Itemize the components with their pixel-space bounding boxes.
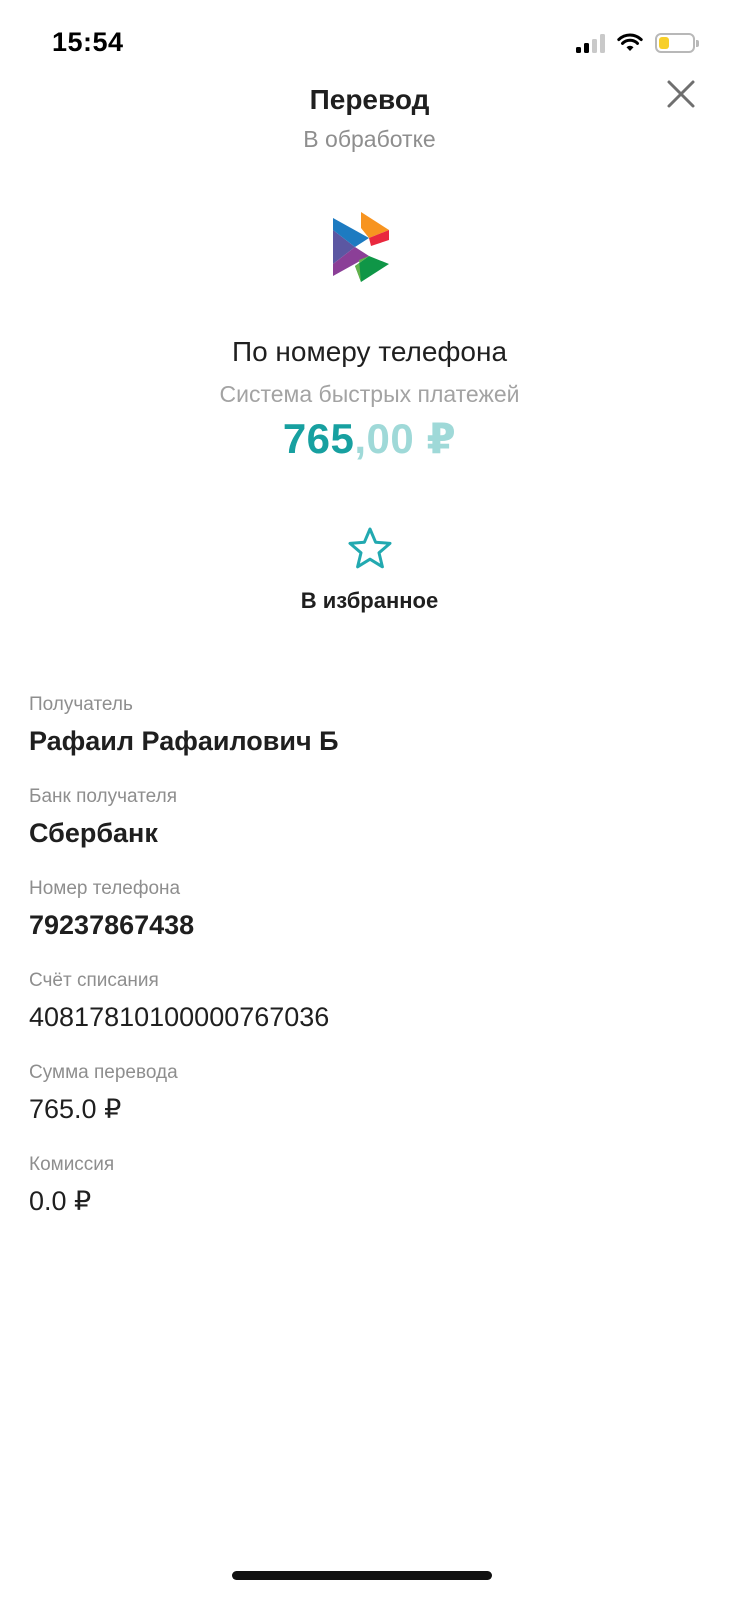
close-icon[interactable] — [665, 78, 697, 110]
status-time: 15:54 — [52, 27, 124, 57]
transfer-type: По номеру телефона — [231, 336, 508, 367]
detail-debit-account: Счёт списания 40817810100000767036 — [29, 969, 709, 1035]
amount-integer: 765 — [282, 415, 355, 462]
add-to-favorites-button[interactable]: В избранное — [0, 526, 739, 614]
detail-label: Номер телефона — [29, 878, 181, 899]
transfer-status: В обработке — [303, 126, 436, 152]
detail-value: 765.0 ₽ — [29, 1094, 122, 1124]
sbp-logo-icon — [333, 212, 389, 282]
status-icons — [576, 33, 699, 53]
detail-recipient: Получатель Рафаил Рафаилович Б — [29, 693, 709, 759]
star-icon — [348, 527, 391, 569]
detail-label: Сумма перевода — [29, 1062, 178, 1083]
detail-label: Комиссия — [29, 1154, 115, 1175]
signal-icon — [576, 33, 605, 53]
detail-value: 0.0 ₽ — [29, 1186, 92, 1216]
detail-commission: Комиссия 0.0 ₽ — [29, 1153, 709, 1219]
favorites-label: В избранное — [300, 588, 439, 613]
detail-value: 79237867438 — [29, 910, 195, 940]
status-bar: 15:54 — [0, 0, 739, 90]
detail-label: Счёт списания — [29, 970, 159, 991]
detail-transfer-amount: Сумма перевода 765.0 ₽ — [29, 1061, 709, 1127]
battery-icon — [655, 33, 699, 53]
detail-value: Сбербанк — [29, 818, 158, 848]
page-title: Перевод — [309, 84, 430, 115]
detail-recipient-bank: Банк получателя Сбербанк — [29, 785, 709, 851]
home-indicator[interactable] — [232, 1571, 492, 1580]
transfer-details: Получатель Рафаил Рафаилович Б Банк полу… — [29, 693, 709, 1245]
detail-value: Рафаил Рафаилович Б — [29, 726, 339, 756]
detail-label: Получатель — [29, 694, 133, 715]
transfer-amount: 765,00 ₽ — [0, 414, 739, 463]
amount-fraction: ,00 ₽ — [354, 415, 457, 462]
payment-system: Система быстрых платежей — [219, 381, 520, 407]
wifi-icon — [617, 33, 643, 51]
detail-label: Банк получателя — [29, 786, 177, 807]
detail-phone-number: Номер телефона 79237867438 — [29, 877, 709, 943]
detail-value: 40817810100000767036 — [29, 1002, 330, 1032]
